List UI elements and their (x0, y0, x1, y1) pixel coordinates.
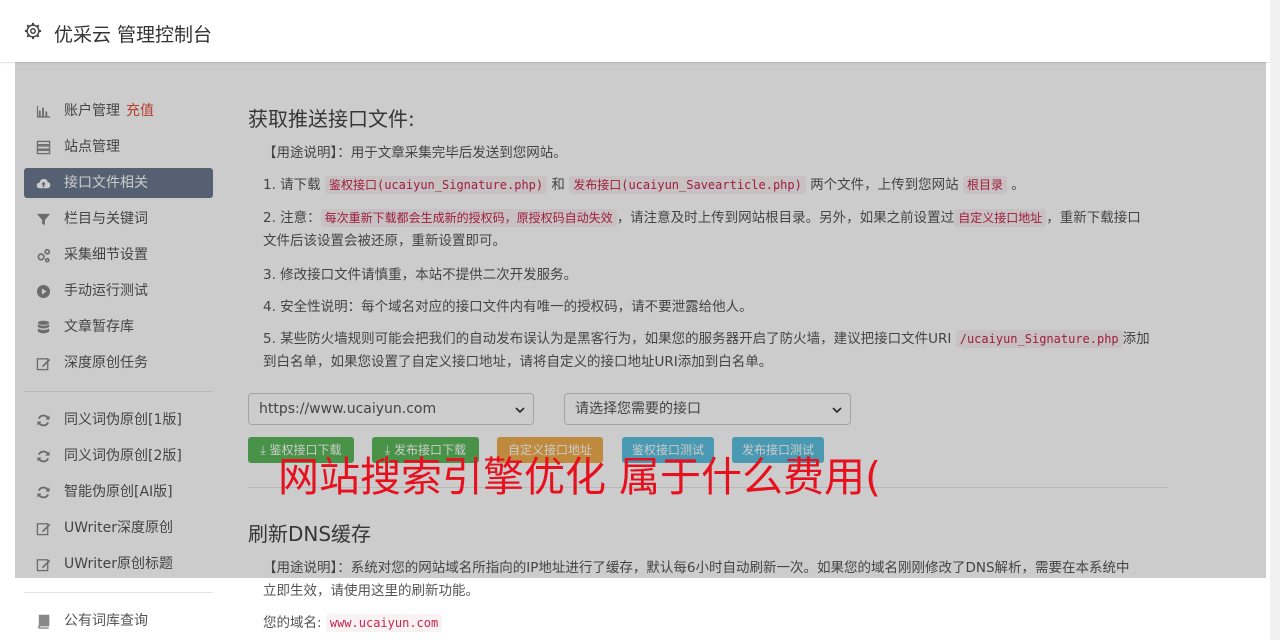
sidebar-item-label: 公有词库查询 (64, 613, 148, 629)
book-icon (38, 614, 50, 629)
sidebar-divider (24, 592, 213, 593)
sidebar-item-public-dictionary[interactable]: 公有词库查询 (24, 606, 213, 636)
scrollbar[interactable] (1270, 0, 1280, 640)
domain-value: www.ucaiyun.com (325, 614, 443, 632)
gear-icon (24, 22, 42, 40)
domain-row: 您的域名: www.ucaiyun.com (263, 612, 1153, 635)
overlay-title-text: 网站搜索引擎优化 属于什么费用( (278, 453, 882, 501)
page-title: 优采云 管理控制台 (54, 24, 213, 46)
top-bar: 优采云 管理控制台 (0, 0, 1270, 63)
